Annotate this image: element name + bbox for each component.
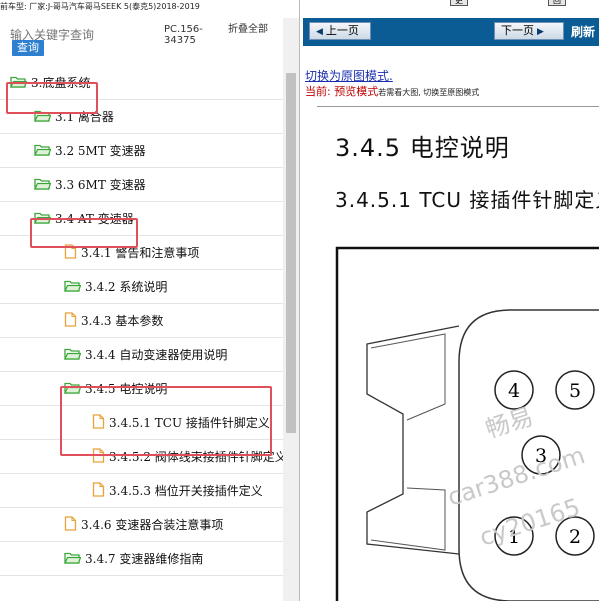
tree-item-label: 3.4.5.3 档位开关接插件定义	[109, 484, 263, 498]
latch-detail	[370, 333, 446, 421]
tree-item-label: 3.4.3 基本参数	[81, 314, 164, 328]
top-button-b[interactable]: 回	[548, 0, 566, 6]
tree-item-label: 3.4.6 变速器合装注意事项	[81, 518, 224, 532]
subsection-heading: 3.4.5.1 TCU 接插件针脚定义	[335, 188, 599, 212]
mode-status: 当前: 预览模式若需看大图, 切换至原图模式	[305, 83, 479, 99]
connector-diagram: 4 5 3 1 2 畅易 car388.com cy20165	[335, 246, 599, 601]
tree-item[interactable]: 3.3 6MT 变速器	[0, 168, 283, 202]
fold-all-button[interactable]: 折叠全部	[228, 24, 268, 35]
vehicle-info: 前车型: 厂家:J-哥马汽车哥马SEEK 5(泰克5)2018-2019	[0, 2, 200, 11]
next-page-button[interactable]: 下一页 ▶	[494, 22, 564, 40]
top-button-a[interactable]: 更	[450, 0, 468, 6]
tree-item[interactable]: 3.4.6 变速器合装注意事项	[0, 508, 283, 542]
query-button[interactable]: 查询	[12, 40, 44, 56]
folder-open-icon	[64, 347, 82, 363]
tree-scrollbar[interactable]	[283, 18, 299, 601]
tree-item[interactable]: 3.4.4 自动变速器使用说明	[0, 338, 283, 372]
document-icon	[92, 481, 105, 500]
pin-label: 2	[569, 526, 581, 548]
tree-item[interactable]: 3.4.3 基本参数	[0, 304, 283, 338]
highlight-box	[60, 386, 272, 456]
mode-hint: 若需看大图, 切换至原图模式	[378, 88, 480, 97]
highlight-box	[30, 218, 138, 248]
pin-label: 4	[508, 380, 520, 402]
tree-item[interactable]: 3.2 5MT 变速器	[0, 134, 283, 168]
latch-detail	[370, 487, 446, 551]
divider	[317, 106, 599, 107]
folder-open-icon	[64, 551, 82, 567]
pin-label: 5	[569, 380, 581, 402]
tree-item-label: 3.4.4 自动变速器使用说明	[85, 348, 228, 362]
content-panel: ◀ 上一页 下一页 ▶ 刷新 切换为原图模式. 当前: 预览模式若需看大图, 切换至…	[303, 18, 599, 601]
tree-item-label: 3.3 6MT 变速器	[55, 178, 146, 192]
search-area: 查询 PC.156-34375 折叠全部	[0, 18, 283, 64]
tree-item-label: 3.4.7 变速器维修指南	[85, 552, 204, 566]
document-icon	[64, 515, 77, 534]
mode-label: 当前: 预览模式	[305, 85, 379, 98]
folder-open-icon	[34, 177, 52, 193]
app-window: 前车型: 厂家:J-哥马汽车哥马SEEK 5(泰克5)2018-2019 更 回…	[0, 0, 599, 601]
highlight-box	[6, 82, 98, 114]
folder-open-icon	[34, 143, 52, 159]
scrollbar-thumb[interactable]	[286, 73, 296, 433]
tree-item-label: 3.4.2 系统说明	[85, 280, 168, 294]
left-arrow-icon: ◀	[316, 27, 323, 37]
right-arrow-icon: ▶	[537, 27, 544, 37]
watermark-text: 畅易	[482, 402, 536, 443]
tree-item[interactable]: 3.4.5.3 档位开关接插件定义	[0, 474, 283, 508]
switch-original-link[interactable]: 切换为原图模式.	[305, 67, 393, 84]
catalog-panel: 查询 PC.156-34375 折叠全部 3.底盘系统3.1 离合器3.2 5M…	[0, 18, 283, 601]
pc-code: PC.156-34375	[164, 24, 203, 46]
page-nav-bar: ◀ 上一页 下一页 ▶ 刷新	[303, 18, 599, 46]
folder-open-icon	[64, 279, 82, 295]
refresh-button[interactable]: 刷新	[571, 23, 595, 40]
tree-item[interactable]: 3.4.2 系统说明	[0, 270, 283, 304]
prev-page-button[interactable]: ◀ 上一页	[309, 22, 371, 40]
tree-item-label: 3.2 5MT 变速器	[55, 144, 146, 158]
section-heading: 3.4.5 电控说明	[335, 134, 510, 162]
tree-item[interactable]: 3.4.7 变速器维修指南	[0, 542, 283, 576]
document-icon	[64, 311, 77, 330]
